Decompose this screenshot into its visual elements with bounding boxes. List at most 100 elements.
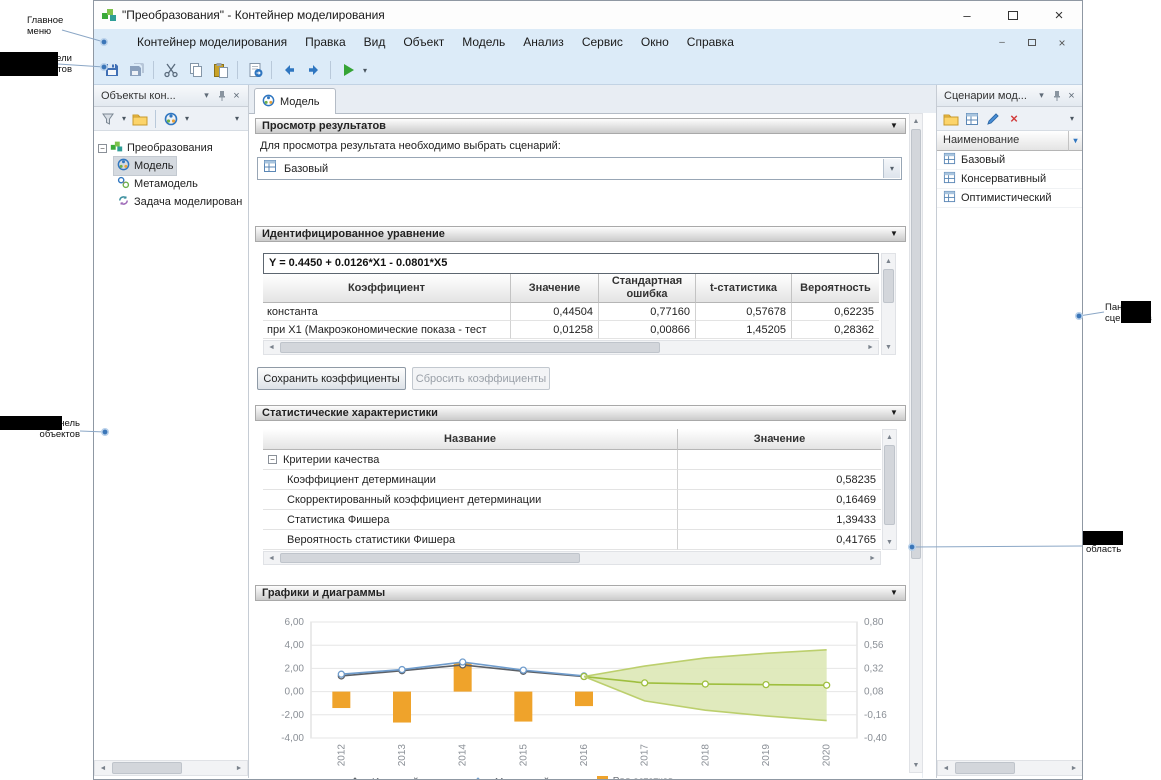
scroll-right-icon[interactable]: ►	[865, 552, 880, 564]
reset-coefficients-button[interactable]: Сбросить коэффициенты	[412, 367, 550, 390]
filter-dropdown[interactable]: ▾	[119, 114, 129, 123]
scenarios-panel-hscrollbar[interactable]: ◄ ►	[937, 760, 1083, 776]
collapse-section-icon[interactable]: ▼	[886, 120, 902, 132]
scroll-left-icon[interactable]: ◄	[264, 341, 279, 354]
folder-button[interactable]	[130, 109, 150, 129]
save-coefficients-button[interactable]: Сохранить коэффициенты	[257, 367, 406, 390]
model-type-button[interactable]	[161, 109, 181, 129]
save-button[interactable]	[99, 58, 124, 82]
cut-button[interactable]	[158, 58, 183, 82]
objects-panel-hscrollbar[interactable]: ◄ ►	[94, 760, 248, 776]
combo-dropdown-icon[interactable]: ▾	[883, 159, 900, 178]
table-row[interactable]: Коэффициент детерминации 0,58235	[263, 470, 881, 490]
calculate-button[interactable]	[242, 58, 267, 82]
tab-model[interactable]: Модель	[254, 88, 336, 114]
column-header[interactable]: t-статистика	[696, 274, 792, 303]
tree-item-root[interactable]: − Преобразования	[94, 139, 248, 157]
table-row[interactable]: константа 0,44504 0,77160 0,57678 0,6223…	[263, 303, 879, 321]
menu-view[interactable]: Вид	[355, 29, 395, 56]
model-type-dropdown[interactable]: ▾	[182, 114, 192, 123]
pin-icon[interactable]	[1049, 88, 1064, 103]
coefficients-hscrollbar[interactable]: ◄ ►	[263, 340, 879, 355]
tree-item-model[interactable]: Модель	[94, 157, 248, 175]
column-header[interactable]: Значение	[511, 274, 599, 303]
scroll-up-icon[interactable]: ▲	[883, 430, 896, 444]
run-button[interactable]	[335, 58, 360, 82]
copy-button[interactable]	[183, 58, 208, 82]
collapse-section-icon[interactable]: ▼	[886, 587, 902, 599]
menu-object[interactable]: Объект	[394, 29, 453, 56]
scroll-down-icon[interactable]: ▼	[882, 340, 895, 354]
menu-analysis[interactable]: Анализ	[514, 29, 573, 56]
table-group-row[interactable]: − Критерии качества	[263, 450, 881, 470]
collapse-expander-icon[interactable]: −	[268, 455, 277, 464]
panel-dropdown-icon[interactable]: ▾	[1034, 88, 1049, 103]
panel-dropdown-icon[interactable]: ▾	[199, 88, 214, 103]
back-button[interactable]	[276, 58, 301, 82]
scenario-combobox[interactable]: Базовый ▾	[257, 157, 902, 180]
panel-toolbar-overflow[interactable]: ▾	[232, 114, 242, 123]
menu-help[interactable]: Справка	[678, 29, 743, 56]
edit-scenario-button[interactable]	[983, 109, 1003, 129]
equation-formula-cell[interactable]: Y = 0.4450 + 0.0126*X1 - 0.0801*X5	[263, 253, 879, 274]
statistics-vscrollbar[interactable]: ▲ ▼	[882, 429, 897, 550]
menu-model[interactable]: Модель	[453, 29, 514, 56]
mdi-restore-button[interactable]	[1022, 34, 1042, 51]
close-button[interactable]: ×	[1036, 1, 1082, 29]
scrollbar-thumb[interactable]	[280, 342, 660, 353]
mdi-close-button[interactable]: ×	[1052, 34, 1072, 51]
collapse-expander-icon[interactable]: −	[98, 144, 107, 153]
scroll-left-icon[interactable]: ◄	[95, 761, 111, 775]
filter-button[interactable]	[98, 109, 118, 129]
scrollbar-thumb[interactable]	[955, 762, 1015, 774]
delete-scenario-button[interactable]: ×	[1004, 109, 1024, 129]
column-header[interactable]: Вероятность	[792, 274, 879, 303]
column-filter-icon[interactable]: ▾	[1069, 131, 1083, 151]
scenario-row[interactable]: Оптимистический	[937, 189, 1083, 208]
menu-edit[interactable]: Правка	[296, 29, 355, 56]
mdi-minimize-button[interactable]: –	[992, 34, 1012, 51]
collapse-section-icon[interactable]: ▼	[886, 228, 902, 240]
table-row[interactable]: при X1 (Макроэкономические показа - тест…	[263, 321, 879, 339]
panel-toolbar-overflow[interactable]: ▾	[1067, 114, 1077, 123]
scroll-right-icon[interactable]: ►	[863, 341, 878, 354]
table-row[interactable]: Вероятность статистики Фишера 0,41765	[263, 530, 881, 550]
menu-window[interactable]: Окно	[632, 29, 678, 56]
save-all-button[interactable]	[124, 58, 149, 82]
column-header[interactable]: Стандартная ошибка	[599, 274, 696, 303]
column-header[interactable]: Значение	[678, 429, 881, 450]
scroll-up-icon[interactable]: ▲	[882, 254, 895, 268]
scenario-row[interactable]: Базовый	[937, 151, 1083, 170]
tree-item-metamodel[interactable]: Метамодель	[94, 175, 248, 193]
table-row[interactable]: Статистика Фишера 1,39433	[263, 510, 881, 530]
column-header[interactable]: Коэффициент	[263, 274, 511, 303]
forward-button[interactable]	[301, 58, 326, 82]
panel-close-icon[interactable]: ×	[229, 88, 244, 103]
maximize-button[interactable]	[990, 1, 1036, 29]
paste-button[interactable]	[208, 58, 233, 82]
scroll-left-icon[interactable]: ◄	[264, 552, 279, 564]
scroll-down-icon[interactable]: ▼	[910, 758, 922, 772]
new-folder-button[interactable]	[941, 109, 961, 129]
scrollbar-thumb[interactable]	[883, 269, 894, 303]
collapse-section-icon[interactable]: ▼	[886, 407, 902, 419]
menu-service[interactable]: Сервис	[573, 29, 632, 56]
new-scenario-button[interactable]	[962, 109, 982, 129]
scroll-right-icon[interactable]: ►	[1066, 761, 1082, 775]
panel-close-icon[interactable]: ×	[1064, 88, 1079, 103]
column-header[interactable]: Наименование	[937, 131, 1069, 151]
scrollbar-thumb[interactable]	[911, 129, 921, 559]
menu-container[interactable]: Контейнер моделирования	[128, 29, 296, 56]
statistics-hscrollbar[interactable]: ◄ ►	[263, 551, 881, 565]
run-dropdown[interactable]: ▾	[360, 66, 370, 75]
scrollbar-thumb[interactable]	[884, 445, 895, 525]
tree-item-modeling-task[interactable]: Задача моделирован	[94, 193, 248, 211]
minimize-button[interactable]: –	[944, 1, 990, 29]
scrollbar-thumb[interactable]	[112, 762, 182, 774]
scroll-left-icon[interactable]: ◄	[938, 761, 954, 775]
coefficients-vscrollbar[interactable]: ▲ ▼	[881, 253, 896, 355]
scroll-right-icon[interactable]: ►	[231, 761, 247, 775]
column-header[interactable]: Название	[263, 429, 678, 450]
table-row[interactable]: Скорректированный коэффициент детерминац…	[263, 490, 881, 510]
scenario-row[interactable]: Консервативный	[937, 170, 1083, 189]
